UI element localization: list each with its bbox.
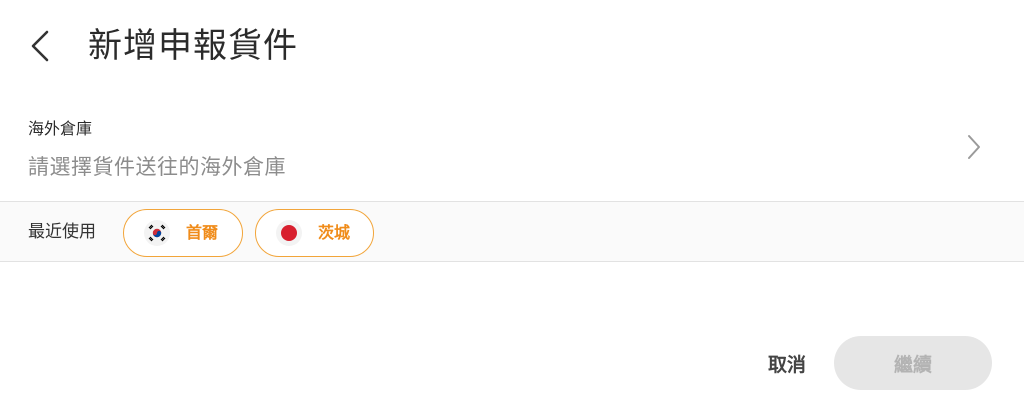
cancel-button[interactable]: 取消 xyxy=(752,340,822,386)
back-button[interactable] xyxy=(22,26,58,66)
chevron-right-icon xyxy=(960,132,988,162)
warehouse-selector[interactable]: 海外倉庫 請選擇貨件送往的海外倉庫 xyxy=(0,100,1024,200)
recent-label: 最近使用 xyxy=(28,222,96,242)
recent-chip-ibaraki[interactable]: 茨城 xyxy=(255,209,374,257)
continue-button[interactable]: 繼續 xyxy=(834,336,992,390)
chip-label-ibaraki: 茨城 xyxy=(318,223,351,242)
page-header: 新增申報貨件 xyxy=(0,0,1024,96)
japan-flag-icon xyxy=(276,220,302,246)
page-title: 新增申報貨件 xyxy=(88,26,298,66)
south-korea-flag-icon xyxy=(144,220,170,246)
recent-warehouses-bar: 最近使用 首爾 茨城 xyxy=(0,201,1024,262)
chevron-left-icon xyxy=(31,30,49,62)
warehouse-placeholder: 請選擇貨件送往的海外倉庫 xyxy=(28,155,286,179)
warehouse-label: 海外倉庫 xyxy=(28,119,93,138)
chip-label-seoul: 首爾 xyxy=(186,223,219,242)
recent-chip-seoul[interactable]: 首爾 xyxy=(123,209,243,257)
